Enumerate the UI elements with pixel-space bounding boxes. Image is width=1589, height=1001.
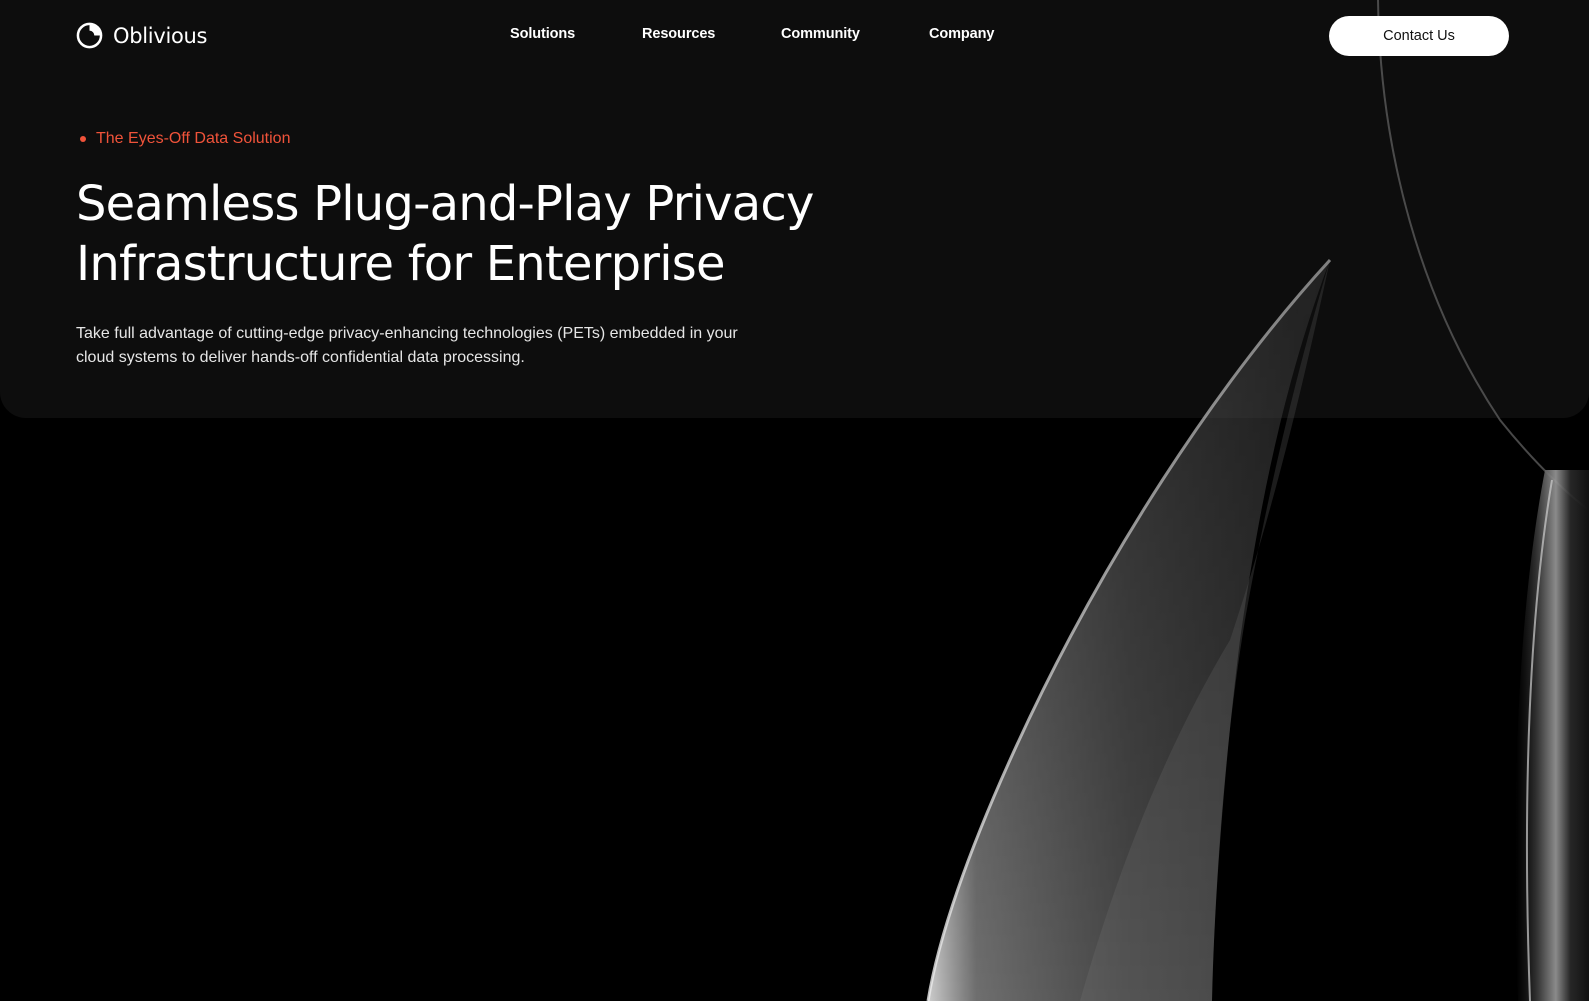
hero-description: Take full advantage of cutting-edge priv…: [76, 325, 738, 366]
eyebrow-dot-icon: [80, 136, 86, 142]
hero-content: The Eyes-Off Data Solution Seamless Plug…: [76, 130, 836, 370]
nav-item-community[interactable]: Community: [781, 26, 860, 42]
nav-item-company[interactable]: Company: [929, 26, 994, 42]
hero-headline: Seamless Plug-and-Play Privacy Infrastru…: [76, 174, 836, 294]
nav-item-resources[interactable]: Resources: [642, 26, 715, 42]
headline-line-2: Infrastructure for Enterprise: [76, 236, 725, 292]
headline-line-1: Seamless Plug-and-Play Privacy: [76, 176, 814, 232]
eyebrow-text: The Eyes-Off Data Solution: [96, 130, 291, 147]
top-navigation: Oblivious Solutions Resources Community …: [0, 0, 1589, 72]
nav-item-solutions[interactable]: Solutions: [510, 26, 575, 42]
hero-eyebrow: The Eyes-Off Data Solution: [76, 130, 836, 148]
contact-us-button[interactable]: Contact Us: [1329, 16, 1509, 56]
page: Oblivious Solutions Resources Community …: [0, 0, 1589, 1001]
